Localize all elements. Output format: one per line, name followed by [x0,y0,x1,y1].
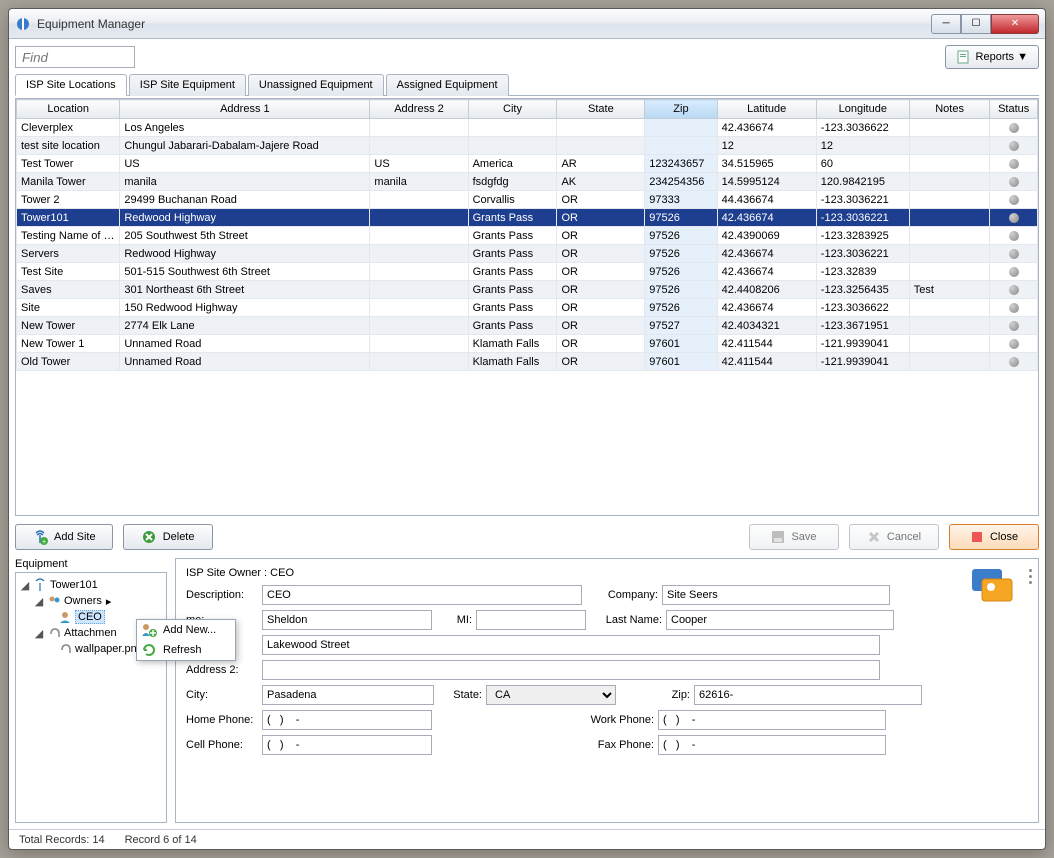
contact-card-icon[interactable] [968,567,1014,610]
cancel-button[interactable]: Cancel [849,524,939,550]
last-name-field[interactable] [666,610,894,630]
attachment-icon [58,642,72,656]
zip-field[interactable] [694,685,922,705]
city-field[interactable] [262,685,434,705]
equipment-label: Equipment [15,558,167,570]
more-icon[interactable] [1029,569,1032,584]
close-button[interactable]: Close [949,524,1039,550]
status-indicator [1009,357,1019,367]
table-row[interactable]: CleverplexLos Angeles42.436674-123.30366… [17,119,1038,137]
table-row[interactable]: Test TowerUSUSAmericaAR12324365734.51596… [17,155,1038,173]
locations-grid[interactable]: LocationAddress 1Address 2CityStateZipLa… [15,98,1039,516]
tab-isp-site-locations[interactable]: ISP Site Locations [15,74,127,96]
window-title: Equipment Manager [37,17,931,31]
column-header[interactable]: Address 1 [120,100,370,119]
status-indicator [1009,123,1019,133]
table-row[interactable]: Manila TowermanilamanilafsdgfdgAK2342543… [17,173,1038,191]
fax-phone-field[interactable] [658,735,886,755]
titlebar: Equipment Manager ─ ☐ ✕ [9,9,1045,39]
status-indicator [1009,231,1019,241]
table-row[interactable]: Testing Name of L...205 Southwest 5th St… [17,227,1038,245]
status-indicator [1009,177,1019,187]
report-icon [956,50,970,64]
svg-text:+: + [42,539,46,545]
table-row[interactable]: Test Site501-515 Southwest 6th StreetGra… [17,263,1038,281]
status-indicator [1009,141,1019,151]
table-row[interactable]: Site150 Redwood HighwayGrants PassOR9752… [17,299,1038,317]
column-header[interactable]: Location [17,100,120,119]
delete-icon [141,529,157,545]
home-phone-field[interactable] [262,710,432,730]
save-button[interactable]: Save [749,524,839,550]
table-row[interactable]: Tower101Redwood HighwayGrants PassOR9752… [17,209,1038,227]
people-icon [47,594,61,608]
tab-bar: ISP Site Locations ISP Site Equipment Un… [15,73,1039,96]
state-select[interactable]: CA [486,685,616,705]
status-indicator [1009,285,1019,295]
description-field[interactable] [262,585,582,605]
add-site-button[interactable]: + Add Site [15,524,113,550]
antenna-icon [33,578,47,592]
company-field[interactable] [662,585,890,605]
table-row[interactable]: ServersRedwood HighwayGrants PassOR97526… [17,245,1038,263]
status-indicator [1009,303,1019,313]
status-indicator [1009,159,1019,169]
mi-field[interactable] [476,610,586,630]
column-header[interactable]: Notes [909,100,990,119]
antenna-icon: + [32,529,48,545]
status-bar: Total Records: 14 Record 6 of 14 [9,829,1045,849]
table-row[interactable]: New Tower 1Unnamed RoadKlamath FallsOR97… [17,335,1038,353]
owner-form: ISP Site Owner : CEO Description:Company… [175,558,1039,823]
column-header[interactable]: City [468,100,557,119]
address2-field[interactable] [262,660,880,680]
status-indicator [1009,249,1019,259]
delete-button[interactable]: Delete [123,524,213,550]
column-header[interactable]: Zip [645,100,717,119]
first-name-field[interactable] [262,610,432,630]
table-row[interactable]: Tower 229499 Buchanan RoadCorvallisOR973… [17,191,1038,209]
person-icon [58,610,72,624]
app-icon [15,16,31,32]
context-add-new[interactable]: Add New... [137,620,235,640]
cancel-icon [867,530,881,544]
reports-label: Reports ▼ [976,51,1028,63]
refresh-icon [141,642,157,658]
column-header[interactable]: Status [990,100,1038,119]
address1-field[interactable] [262,635,880,655]
status-indicator [1009,339,1019,349]
maximize-button[interactable]: ☐ [961,14,991,34]
table-row[interactable]: test site location Chungul Jabarari-Daba… [17,137,1038,155]
work-phone-field[interactable] [658,710,886,730]
search-input[interactable] [15,46,135,68]
column-header[interactable]: Address 2 [370,100,468,119]
attachment-icon [47,626,61,640]
column-header[interactable]: Latitude [717,100,816,119]
context-menu: Add New... Refresh [136,619,236,661]
owner-header: ISP Site Owner : CEO [186,567,1028,579]
cell-phone-field[interactable] [262,735,432,755]
tab-unassigned-equipment[interactable]: Unassigned Equipment [248,74,384,96]
tab-isp-site-equipment[interactable]: ISP Site Equipment [129,74,246,96]
add-icon [141,622,157,638]
tab-assigned-equipment[interactable]: Assigned Equipment [386,74,509,96]
column-header[interactable]: Longitude [816,100,909,119]
status-indicator [1009,195,1019,205]
status-indicator [1009,321,1019,331]
column-header[interactable]: State [557,100,645,119]
equipment-tree[interactable]: ◢Tower101 ◢Owners▸ CEO ◢Attachmen wallpa… [15,572,167,823]
table-row[interactable]: Saves301 Northeast 6th StreetGrants Pass… [17,281,1038,299]
status-indicator [1009,267,1019,277]
reports-button[interactable]: Reports ▼ [945,45,1039,69]
current-record: Record 6 of 14 [125,834,197,846]
total-records: Total Records: 14 [19,834,105,846]
context-refresh[interactable]: Refresh [137,640,235,660]
save-icon [771,530,785,544]
window-close-button[interactable]: ✕ [991,14,1039,34]
table-row[interactable]: Old TowerUnnamed RoadKlamath FallsOR9760… [17,353,1038,371]
table-row[interactable]: New Tower2774 Elk LaneGrants PassOR97527… [17,317,1038,335]
minimize-button[interactable]: ─ [931,14,961,34]
status-indicator [1009,213,1019,223]
close-icon [970,530,984,544]
